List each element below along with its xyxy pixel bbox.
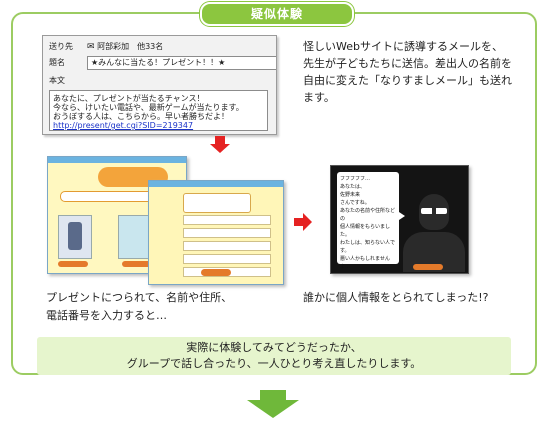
summary-box: 実際に体験してみてどうだったか、 グループで話し合ったり、一人ひとり考え直したり… bbox=[37, 337, 511, 375]
arrow-right-icon bbox=[294, 213, 312, 231]
description-top: 怪しいWebサイトに誘導するメールを、先生が子どもたちに送信。差出人の名前を自由… bbox=[303, 40, 512, 104]
phone-icon bbox=[58, 215, 92, 259]
email-body-label: 本文 bbox=[49, 76, 65, 85]
email-body: あなたに、プレゼントが当たるチャンス！ 今なら、けいたい電話や、最新ゲームが当た… bbox=[49, 90, 268, 131]
arrow-down-green-icon bbox=[247, 390, 299, 418]
email-subject-field: ★みんなに当たる！プレゼント！！★ bbox=[87, 56, 276, 70]
email-to-label: 送り先 bbox=[49, 42, 73, 51]
email-to-value: 阿部彩加 他33名 bbox=[97, 42, 164, 51]
summary-line: 実際に体験してみてどうだったか、 bbox=[186, 341, 362, 354]
arrow-down-icon bbox=[210, 136, 230, 153]
section-title: 疑似体験 bbox=[200, 2, 354, 26]
email-body-line: おうぼする人は、こちらから。早い者勝ちだよ！ bbox=[53, 112, 229, 121]
email-to-row: 送り先 ✉ 阿部彩加 他33名 bbox=[49, 40, 163, 54]
email-subject-row: 題名 ★みんなに当たる！プレゼント！！★ bbox=[49, 56, 276, 70]
summary-line: グループで話し合ったり、一人ひとり考え直したりします。 bbox=[126, 357, 422, 370]
email-body-line: 今なら、けいたい電話や、最新ゲームが当たります。 bbox=[53, 103, 244, 112]
email-subject-label: 題名 bbox=[49, 58, 65, 67]
email-body-line: あなたに、プレゼントが当たるチャンス！ bbox=[53, 94, 205, 103]
entry-form-screenshot bbox=[148, 180, 284, 285]
description-bottom-left: プレゼントにつられて、名前や住所、 電話番号を入力すると… bbox=[46, 291, 233, 322]
email-body-link[interactable]: http://present/get.cgi?SID=219347 bbox=[53, 121, 264, 130]
villain-dialog: フフフフフ… あなたは、 佐野未来 さんですね。 あなたの名前や住所などの 個人… bbox=[337, 172, 405, 270]
description-bottom-right: 誰かに個人情報をとられてしまった!? bbox=[303, 291, 489, 304]
villain-screenshot: フフフフフ… あなたは、 佐野未来 さんですね。 あなたの名前や住所などの 個人… bbox=[330, 165, 469, 274]
email-window: 送り先 ✉ 阿部彩加 他33名 題名 ★みんなに当たる！プレゼント！！★ 本文 … bbox=[42, 35, 277, 135]
group-icon: ✉ bbox=[87, 42, 95, 52]
